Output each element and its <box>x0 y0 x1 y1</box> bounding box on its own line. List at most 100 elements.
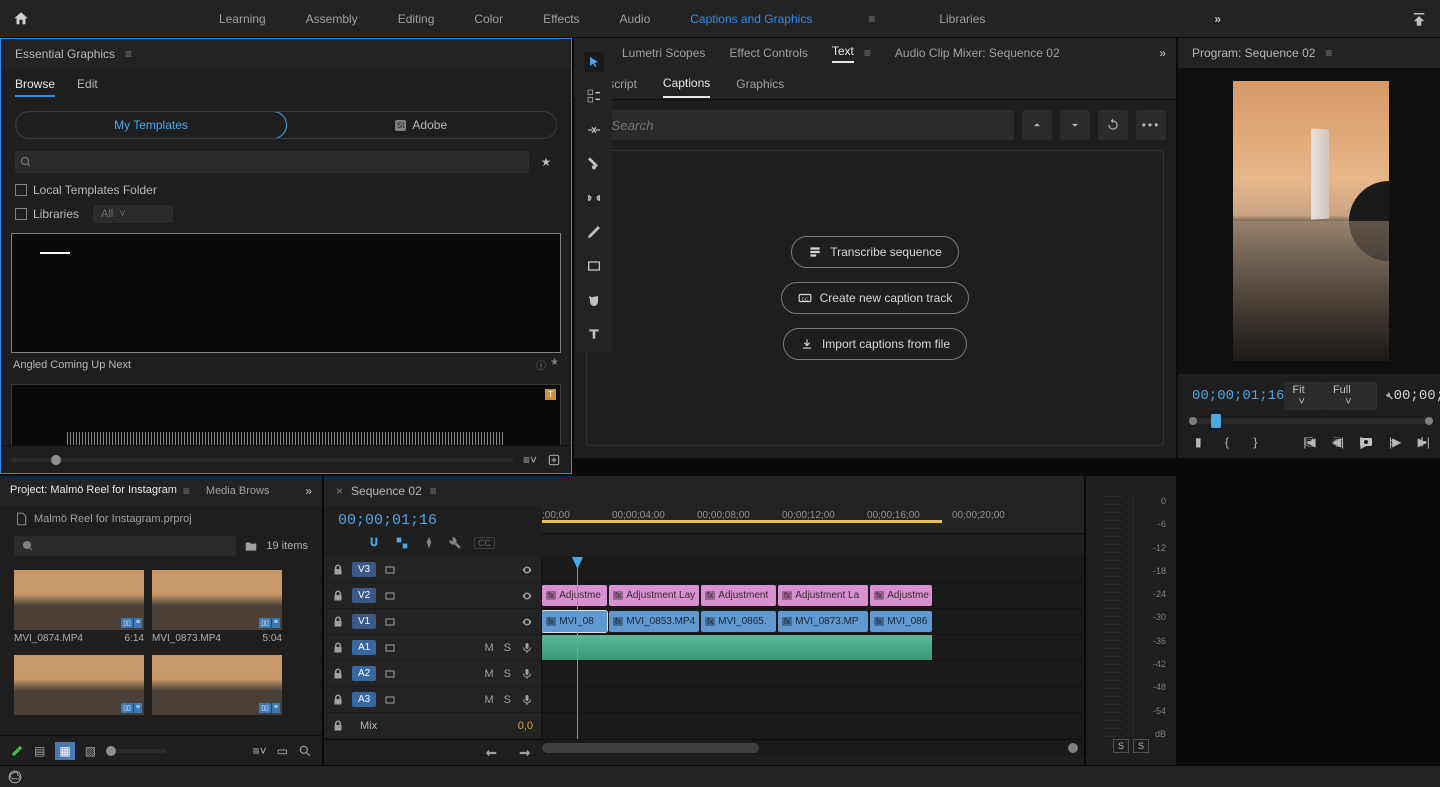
timeline-ruler[interactable]: ;00;00 00;00;04;00 00;00;08;00 00;00;12;… <box>542 506 1084 534</box>
slip-tool-icon[interactable] <box>584 188 604 208</box>
lift-icon[interactable]: ⎘ <box>1302 434 1318 450</box>
eye-icon[interactable] <box>521 616 533 628</box>
program-video-preview[interactable] <box>1233 81 1389 361</box>
eg-local-templates-checkbox[interactable] <box>15 184 27 196</box>
workspace-menu-icon[interactable]: ≡ <box>868 12 875 26</box>
timeline-wrench-icon[interactable] <box>448 536 462 550</box>
import-captions-button[interactable]: Import captions from file <box>783 328 967 360</box>
meter-solo-right[interactable]: S <box>1133 739 1149 753</box>
program-current-timecode[interactable]: 00;00;01;16 <box>1192 388 1284 404</box>
lock-icon[interactable] <box>332 694 344 706</box>
info-icon[interactable]: ⓘ <box>536 357 546 372</box>
sync-lock-icon[interactable] <box>384 564 396 576</box>
bin-clip-item[interactable]: ▯▯≡ <box>14 655 144 721</box>
program-playhead[interactable] <box>1211 414 1221 428</box>
new-bin-icon[interactable] <box>244 539 258 553</box>
captions-refresh-button[interactable] <box>1098 110 1128 140</box>
share-icon[interactable] <box>1410 10 1428 28</box>
transcribe-sequence-button[interactable]: Transcribe sequence <box>791 236 959 268</box>
eye-icon[interactable] <box>521 564 533 576</box>
home-icon[interactable] <box>12 10 30 28</box>
solo-button[interactable]: S <box>504 694 511 706</box>
eye-icon[interactable] <box>521 590 533 602</box>
captions-search-input[interactable] <box>584 110 1014 140</box>
workspace-tab-libraries[interactable]: Libraries <box>939 12 985 26</box>
workspace-tab-audio[interactable]: Audio <box>620 12 651 26</box>
razor-tool-icon[interactable] <box>584 154 604 174</box>
ripple-edit-tool-icon[interactable] <box>584 120 604 140</box>
workspace-tab-color[interactable]: Color <box>474 12 503 26</box>
eg-libraries-select[interactable]: All ˅ <box>93 205 173 223</box>
adjustment-clip[interactable]: fxAdjustment Lay <box>609 585 699 606</box>
track-target-button[interactable]: V1 <box>352 614 376 629</box>
lock-icon[interactable] <box>332 590 344 602</box>
freeform-view-icon[interactable]: ▧ <box>85 744 96 758</box>
eg-toggle-adobe-stock[interactable]: St Adobe <box>286 112 556 138</box>
sync-lock-icon[interactable] <box>384 668 396 680</box>
snap-nearest-icon[interactable] <box>338 535 354 551</box>
eg-new-icon[interactable] <box>547 453 561 467</box>
captions-next-button[interactable] <box>1060 110 1090 140</box>
v2-track-row[interactable]: fxAdjustmefxAdjustment LayfxAdjustmentfx… <box>542 583 1084 609</box>
video-clip[interactable]: fxMVI_0865. <box>701 611 776 632</box>
mute-button[interactable]: M <box>484 642 493 654</box>
mark-in-icon[interactable]: ▮ <box>1192 434 1205 450</box>
video-clip[interactable]: fxMVI_0873.MP <box>778 611 868 632</box>
export-frame-icon[interactable] <box>1358 434 1374 450</box>
captions-prev-button[interactable] <box>1022 110 1052 140</box>
lock-icon[interactable] <box>332 642 344 654</box>
eg-toggle-my-templates[interactable]: My Templates <box>15 111 287 139</box>
tab-text-menu-icon[interactable]: ≡ <box>864 46 871 60</box>
selection-tool-icon[interactable] <box>584 52 604 72</box>
eg-libraries-checkbox[interactable] <box>15 208 27 220</box>
subtab-captions[interactable]: Captions <box>663 76 710 98</box>
audio-track-row[interactable] <box>542 635 1084 661</box>
tab-lumetri-scopes[interactable]: Lumetri Scopes <box>622 46 705 60</box>
project-search-input[interactable] <box>14 536 236 556</box>
sync-lock-icon[interactable] <box>384 694 396 706</box>
tab-project[interactable]: Project: Malmö Reel for Instagram <box>10 484 177 499</box>
video-clip[interactable]: fxMVI_086 <box>870 611 932 632</box>
tab-effect-controls[interactable]: Effect Controls <box>729 46 807 60</box>
create-caption-track-button[interactable]: CC Create new caption track <box>781 282 970 314</box>
panel-overflow-icon[interactable]: » <box>1159 46 1166 60</box>
zoom-out-icon[interactable] <box>484 746 498 760</box>
video-clip[interactable]: fxMVI_08 <box>542 611 607 632</box>
creative-cloud-icon[interactable] <box>8 770 22 784</box>
sync-lock-icon[interactable] <box>384 642 396 654</box>
program-menu-icon[interactable]: ≡ <box>1325 46 1332 60</box>
eg-sort-icon[interactable]: ≡˅ <box>523 453 537 467</box>
voiceover-icon[interactable] <box>521 668 533 680</box>
captions-more-button[interactable]: ••• <box>1136 110 1166 140</box>
audio-clip[interactable] <box>542 635 932 660</box>
linked-selection-icon[interactable] <box>394 535 410 551</box>
panel-overflow-icon[interactable]: » <box>305 484 312 498</box>
subtab-graphics[interactable]: Graphics <box>736 77 784 91</box>
adjustment-clip[interactable]: fxAdjustment <box>701 585 776 606</box>
type-tool-icon[interactable] <box>584 324 604 344</box>
eg-thumb-size-slider[interactable] <box>11 458 513 462</box>
pen-tool-icon[interactable] <box>584 222 604 242</box>
bin-clip-item[interactable]: ▯▯≡MVI_0873.MP45:04 <box>152 570 282 647</box>
mute-button[interactable]: M <box>484 668 493 680</box>
timeline-playhead-line[interactable] <box>577 557 578 739</box>
write-mode-icon[interactable] <box>10 744 24 758</box>
scrollbar-thumb[interactable] <box>542 743 759 753</box>
solo-button[interactable]: S <box>504 642 511 654</box>
lock-icon[interactable] <box>332 720 344 732</box>
mute-button[interactable]: M <box>484 694 493 706</box>
meter-solo-left[interactable]: S <box>1113 739 1129 753</box>
program-resolution-select[interactable]: Full ˅ <box>1325 382 1377 410</box>
rectangle-tool-icon[interactable] <box>584 256 604 276</box>
settings-wrench-icon[interactable] <box>1385 389 1394 403</box>
workspace-tab-captions-graphics[interactable]: Captions and Graphics <box>690 12 812 26</box>
list-view-icon[interactable]: ▤ <box>34 744 45 758</box>
transport-overflow-icon[interactable]: » <box>1386 434 1402 450</box>
extract-icon[interactable]: ⎗ <box>1330 434 1346 450</box>
hand-tool-icon[interactable] <box>584 290 604 310</box>
timeline-timecode[interactable]: 00;00;01;16 <box>338 512 528 529</box>
project-tab-menu-icon[interactable]: ≡ <box>183 484 190 498</box>
track-target-button[interactable]: V2 <box>352 588 376 603</box>
snap-icon[interactable] <box>366 535 382 551</box>
bin-clip-item[interactable]: ▯▯≡MVI_0874.MP46:14 <box>14 570 144 647</box>
